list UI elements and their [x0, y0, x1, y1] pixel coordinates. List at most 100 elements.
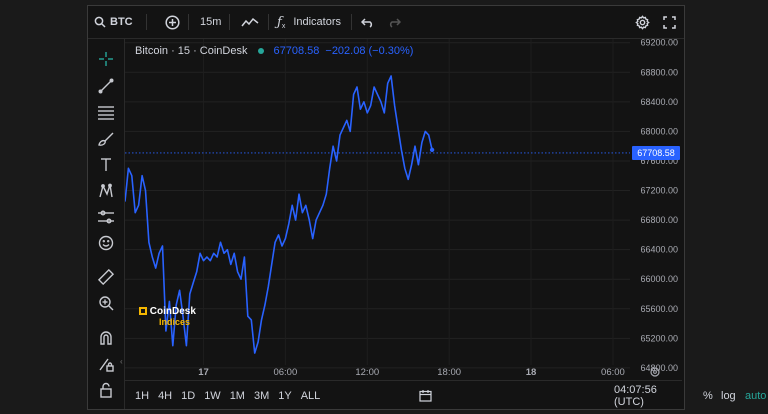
timeframe-buttons: 1H 4H 1D 1W 1M 3M 1Y ALL: [135, 381, 320, 410]
horizontal-lines-icon: [98, 106, 114, 120]
magnet-icon: [100, 331, 112, 345]
pattern-icon: [99, 183, 113, 198]
go-to-date-button[interactable]: [419, 381, 432, 410]
log-toggle[interactable]: log: [721, 381, 736, 410]
x-axis: 17 06:00 12:00 18:00 18 06:00: [198, 367, 625, 378]
sliders-icon: [98, 210, 114, 224]
auto-toggle[interactable]: auto: [745, 381, 766, 410]
settings-button[interactable]: [635, 6, 650, 38]
fib-tool[interactable]: [96, 102, 116, 122]
divider: [351, 14, 352, 30]
icons-tool[interactable]: [96, 233, 116, 253]
y-tick-label: 65200.00: [640, 333, 678, 343]
timeframe-1y[interactable]: 1Y: [278, 390, 291, 402]
crosshair-icon: [99, 52, 113, 66]
legend-change: −202.08 (−0.30%): [325, 45, 414, 57]
x-tick-label: 12:00: [355, 367, 379, 378]
measure-tool[interactable]: [96, 267, 116, 287]
y-tick-label: 66800.00: [640, 215, 678, 225]
last-price-dot: [429, 147, 435, 153]
timeframe-all[interactable]: ALL: [301, 390, 321, 402]
zoom-in-icon: [99, 296, 114, 311]
chart-area[interactable]: 69200.00 68800.00 68400.00 68000.00 67600.00…: [125, 39, 682, 379]
divider: [229, 14, 230, 30]
logo-line2: Indices: [159, 317, 191, 327]
lock-icon: [100, 382, 112, 398]
grid: [125, 39, 630, 369]
symbol-label: BTC: [110, 16, 133, 28]
gear-icon: [635, 14, 650, 30]
drawing-toolbar: ‹: [88, 39, 125, 409]
chart-legend: Bitcoin · 15 · CoinDesk 67708.58 −202.08…: [135, 45, 413, 57]
function-icon-sub: x: [281, 22, 286, 30]
coindesk-logo-icon: [139, 307, 147, 315]
indicators-button[interactable]: ƒx Indicators: [277, 6, 341, 38]
x-tick-label: 17: [198, 367, 209, 378]
y-tick-label: 66000.00: [640, 274, 678, 284]
pattern-tool[interactable]: [96, 181, 116, 201]
prediction-tool[interactable]: [96, 207, 116, 227]
undo-button[interactable]: [361, 6, 375, 38]
chart-type-button[interactable]: [241, 6, 259, 38]
x-tick-label: 18:00: [437, 367, 461, 378]
crosshair-tool[interactable]: [96, 49, 116, 69]
text-icon: [101, 158, 111, 171]
trendline-icon: [98, 78, 114, 94]
percent-toggle[interactable]: %: [703, 381, 713, 410]
ruler-icon: [98, 269, 114, 285]
fullscreen-button[interactable]: [663, 6, 676, 38]
x-tick-label: 06:00: [273, 367, 297, 378]
compare-symbol-button[interactable]: [165, 6, 180, 38]
chart-widget: BTC 15m ƒx Indicators ‹ 69200.00 68800.0…: [87, 5, 766, 410]
y-tick-label: 67200.00: [640, 186, 678, 196]
search-icon: [94, 16, 106, 28]
text-tool[interactable]: [96, 155, 116, 175]
y-tick-label: 68000.00: [640, 126, 678, 136]
last-price-tag: 67708.58: [632, 145, 680, 160]
y-tick-label: 69200.00: [640, 39, 678, 48]
y-tick-label: 65600.00: [640, 304, 678, 314]
y-tick-label: 68400.00: [640, 97, 678, 107]
timeframe-1w[interactable]: 1W: [204, 390, 221, 402]
brush-tool[interactable]: [96, 129, 116, 149]
lock-tool[interactable]: [96, 380, 116, 400]
zoom-tool[interactable]: [96, 293, 116, 313]
redo-icon: [389, 18, 401, 28]
top-toolbar: BTC 15m ƒx Indicators: [88, 6, 684, 39]
price-chart: 69200.0068800.0068400.0068000.0067600.00…: [125, 39, 678, 378]
divider: [268, 14, 269, 30]
magnet-tool[interactable]: [96, 328, 116, 348]
interval-button[interactable]: 15m: [200, 6, 221, 38]
x-tick-label: 06:00: [601, 367, 625, 378]
trendline-tool[interactable]: [96, 76, 116, 96]
divider: [146, 14, 147, 30]
logo-line1: CoinDesk: [149, 306, 196, 317]
line-chart-icon: [241, 17, 259, 27]
indicators-label: Indicators: [293, 16, 342, 28]
lock-drawing-tool[interactable]: [96, 354, 116, 374]
legend-title: Bitcoin · 15 · CoinDesk: [135, 45, 248, 57]
redo-button[interactable]: [387, 6, 401, 38]
legend-price: 67708.58: [273, 45, 320, 57]
x-tick-label: 18: [526, 367, 537, 378]
undo-icon: [361, 18, 373, 28]
utc-time[interactable]: 04:07:56 (UTC): [614, 381, 682, 410]
bottom-toolbar: 1H 4H 1D 1W 1M 3M 1Y ALL 04:07:56 (UTC) % log a…: [125, 380, 766, 410]
y-axis: 69200.0068800.0068400.0068000.0067600.00…: [640, 39, 678, 373]
timeframe-1d[interactable]: 1D: [181, 390, 195, 402]
calendar-icon: [419, 390, 432, 402]
coindesk-logo: CoinDesk Indices: [139, 307, 196, 328]
timeframe-1h[interactable]: 1H: [135, 390, 149, 402]
fullscreen-icon: [663, 15, 676, 29]
timeframe-1m[interactable]: 1M: [230, 390, 245, 402]
pencil-lock-icon: [99, 358, 114, 372]
collapse-arrow-icon[interactable]: ‹: [120, 357, 123, 366]
timeframe-3m[interactable]: 3M: [254, 390, 269, 402]
symbol-search-button[interactable]: BTC: [94, 6, 133, 38]
timeframe-4h[interactable]: 4H: [158, 390, 172, 402]
market-status-dot: [257, 48, 264, 54]
smiley-icon: [98, 235, 114, 251]
y-tick-label: 66400.00: [640, 245, 678, 255]
divider: [188, 14, 189, 30]
y-tick-label: 68800.00: [640, 67, 678, 77]
